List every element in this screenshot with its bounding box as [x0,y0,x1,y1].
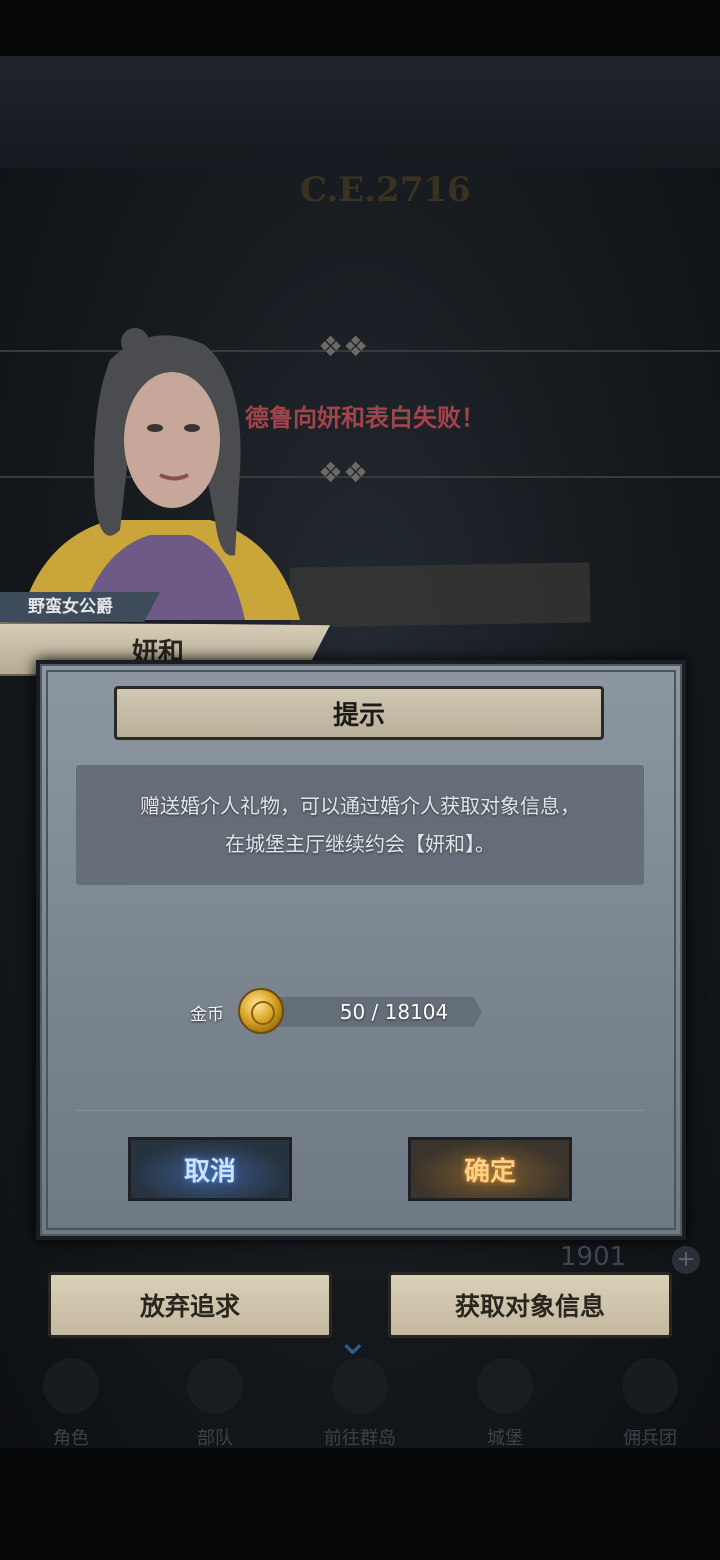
nav-label: 角色 [53,1428,89,1449]
knot-ornament-icon: ❖❖ [318,456,369,489]
nav-label: 前往群岛 [324,1428,396,1449]
troops-icon [187,1358,243,1414]
dialog-message-line: 赠送婚介人礼物，可以通过婚介人获取对象信息， [140,794,580,818]
cancel-button-label: 取消 [183,1156,236,1187]
nav-item-islands[interactable]: 前往群岛 [305,1352,415,1449]
dialog-header: 提示 [114,686,604,740]
resource-counter: 1901 [560,1242,627,1272]
dialog-message-line: 在城堡主厅继续约会【妍和】。 [225,832,495,856]
castle-icon [477,1358,533,1414]
knot-ornament-icon: ❖❖ [318,330,369,363]
cost-amount-pill: 50 / 18104 [276,997,482,1027]
nav-item-troops[interactable]: 部队 [160,1352,270,1449]
background-scroll [289,562,591,628]
divider [76,1110,644,1111]
compass-icon [332,1358,388,1414]
nav-label: 城堡 [487,1428,523,1449]
dialog-message-box: 赠送婚介人礼物，可以通过婚介人获取对象信息， 在城堡主厅继续约会【妍和】。 [76,765,644,885]
dialog-title: 提示 [332,700,385,731]
nav-item-castle[interactable]: 城堡 [450,1352,560,1449]
nav-label: 佣兵团 [623,1428,677,1449]
character-title: 野蛮女公爵 [0,592,160,622]
nav-label: 部队 [197,1428,233,1449]
cost-amount: 50 / 18104 [339,1000,449,1024]
nav-item-character[interactable]: 角色 [16,1352,126,1449]
character-icon [43,1358,99,1414]
nav-item-mercenary[interactable]: 佣兵团 [595,1352,705,1449]
mercenary-icon [622,1358,678,1414]
give-up-button-label: 放弃追求 [139,1292,240,1321]
cost-row: 金币 50 / 18104 [190,988,490,1036]
confirm-button[interactable]: 确定 [408,1137,572,1201]
give-up-button[interactable]: 放弃追求 [48,1272,332,1338]
status-bar [0,0,720,56]
get-info-button-label: 获取对象信息 [454,1292,605,1321]
cancel-button[interactable]: 取消 [128,1137,292,1201]
plus-icon[interactable]: + [672,1246,700,1274]
system-bar [0,1448,720,1560]
get-info-button[interactable]: 获取对象信息 [388,1272,672,1338]
year-label: C.E.2716 [300,170,471,210]
background-band [0,56,720,168]
gold-coin-icon [238,988,284,1034]
confirm-button-label: 确定 [463,1156,516,1187]
character-portrait [20,328,300,620]
cost-label: 金币 [190,1005,224,1025]
